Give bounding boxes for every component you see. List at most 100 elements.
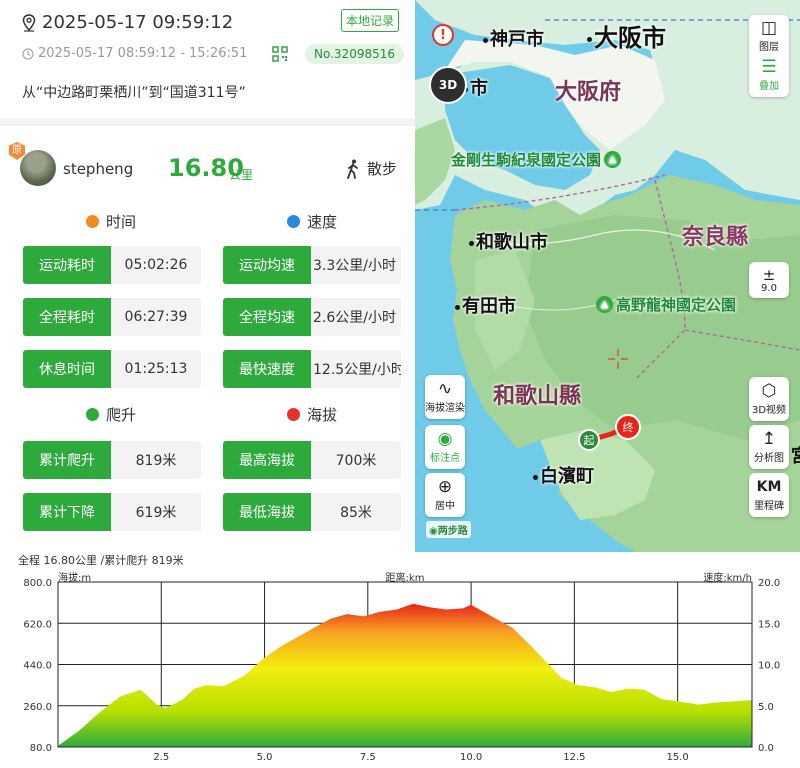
y2-axis-label: 速度:km/h (703, 571, 752, 584)
y2-tick-label: 20.0 (758, 578, 780, 589)
stat-value: 01:25:13 (111, 350, 201, 388)
warning-icon[interactable]: ! (432, 24, 454, 46)
walking-icon (347, 159, 358, 179)
zoom-button[interactable]: ± 9.0 (749, 262, 789, 298)
y-axis-label: 海拔:m (58, 571, 91, 584)
center-button[interactable]: ⊕ 居中 (425, 473, 465, 517)
map-prefecture-label: 和歌山縣 (493, 384, 582, 409)
tree-icon: ▲ (596, 296, 613, 313)
altitude-section-label: 海拔 (307, 406, 338, 424)
stat-label: 最快速度 (223, 350, 311, 388)
layers-label: 图层 (759, 42, 779, 53)
overlay-icon: ☰ (761, 57, 777, 77)
stat-label: 休息时间 (23, 350, 111, 388)
chart-summary: 全程 16.80公里 /累计爬升 819米 (18, 554, 184, 567)
3d-label: 3D (438, 78, 458, 92)
x-tick-label: 2.5 (153, 752, 169, 763)
datetime-text: 2025-05-17 09:59:12 (42, 12, 234, 33)
route-description: 从“中边路町栗栖川”到“国道311号” (22, 85, 246, 101)
stat-min-altitude: 最低海拔 85米 (223, 493, 401, 531)
layers-icon: ◫ (760, 18, 778, 38)
stat-total-ascent: 累计爬升 819米 (23, 441, 201, 479)
stat-label: 运动均速 (223, 246, 311, 284)
marker-icon: ◉ (437, 429, 453, 449)
distance-unit: 公里 (229, 168, 254, 182)
y-tick-label: 80.0 (30, 743, 52, 754)
local-record-tag: 本地记录 (341, 9, 400, 32)
y2-tick-label: 5.0 (758, 702, 774, 713)
map-city-label: 和歌山市 (469, 228, 548, 254)
stat-label: 最低海拔 (223, 493, 311, 531)
overlay-button[interactable]: ☰ 叠加 (759, 57, 779, 93)
clock-icon (86, 215, 99, 228)
location-pin-icon (22, 13, 36, 32)
stat-label: 累计爬升 (23, 441, 111, 479)
activity-type: 散步 (345, 158, 397, 179)
record-number-badge: No.32098516 (305, 44, 404, 64)
analysis-chart-label: 分析图 (754, 453, 784, 464)
stat-label: 运动耗时 (23, 246, 111, 284)
3d-video-button[interactable]: ⬡ 3D视频 (749, 377, 789, 421)
brand-logo-icon: ◉ (429, 526, 438, 537)
track-detail-page: 2025-05-17 09:59:12 本地记录 2025-05-17 08:5… (0, 0, 800, 768)
brand-name: 两步路 (437, 526, 468, 537)
section-divider (0, 118, 415, 126)
x-tick-label: 15.0 (667, 752, 689, 763)
x-axis-label: 距离:km (386, 571, 425, 584)
tree-icon: ▲ (604, 151, 622, 168)
stat-value: 06:27:39 (111, 298, 201, 336)
elevation-chart[interactable]: 2.5 5.0 7.5 10.0 12.5 15.0 800.0 20.0 620.0 15.0 4… (0, 570, 800, 768)
x-tick-label: 12.5 (563, 752, 585, 763)
stat-max-altitude: 最高海拔 700米 (223, 441, 401, 479)
center-label: 居中 (435, 501, 455, 512)
start-marker[interactable]: 起 (578, 429, 600, 451)
map-city-label: 神戸市 (483, 25, 544, 51)
altitude-section-title: 海拔 (287, 404, 337, 425)
chart-icon: ↥ (761, 429, 777, 449)
map-park-label: ▲ 高野龍神國定公園 (596, 294, 736, 315)
avatar[interactable] (20, 150, 56, 186)
3d-toggle-button[interactable]: 3D (429, 66, 467, 104)
time-range-text: 2025-05-17 08:59:12 - 15:26:51 (38, 46, 248, 61)
mark-point-button[interactable]: ◉ 标注点 (425, 425, 465, 469)
stat-value: 700米 (311, 441, 401, 479)
elevation-area (58, 603, 752, 747)
zoom-value: 9.0 (761, 282, 777, 294)
stat-value: 619米 (111, 493, 201, 531)
milestone-icon: KM (756, 479, 782, 495)
stat-move-time: 运动耗时 05:02:26 (23, 246, 201, 284)
speed-section-title: 速度 (287, 211, 337, 232)
park-name: 高野龍神國定公園 (616, 296, 737, 314)
x-tick-label: 5.0 (257, 752, 273, 763)
analysis-chart-button[interactable]: ↥ 分析图 (749, 425, 789, 469)
milestone-button[interactable]: KM 里程碑 (749, 473, 789, 517)
stat-label: 最高海拔 (223, 441, 311, 479)
start-marker-label: 起 (583, 434, 595, 447)
stat-rest-time: 休息时间 01:25:13 (23, 350, 201, 388)
map-edge-label: 宮 (791, 442, 800, 468)
elevation-render-button[interactable]: ∿ 海拔渲染 (425, 375, 465, 419)
qrcode-icon[interactable] (272, 46, 288, 62)
locate-icon: ⊕ (437, 477, 453, 497)
layers-button[interactable]: ◫ 图层 (759, 18, 779, 54)
overlay-label: 叠加 (759, 81, 779, 92)
start-datetime: 2025-05-17 09:59:12 (22, 12, 233, 33)
stat-max-speed: 最快速度 12.5公里/小时 (223, 350, 401, 388)
cube-icon: ⬡ (761, 381, 777, 401)
milestone-label: 里程碑 (754, 501, 784, 512)
x-tick-label: 10.0 (460, 752, 482, 763)
park-name: 金剛生駒紀泉國定公園 (451, 151, 602, 169)
y2-tick-label: 10.0 (758, 661, 780, 672)
x-tick-label: 7.5 (360, 752, 376, 763)
map-city-label: 白濱町 (533, 462, 594, 488)
stat-total-time: 全程耗时 06:27:39 (23, 298, 201, 336)
stat-label: 全程耗时 (23, 298, 111, 336)
y-tick-label: 260.0 (23, 702, 52, 713)
record-header: 2025-05-17 09:59:12 本地记录 2025-05-17 08:5… (0, 0, 415, 118)
route-map[interactable]: 神戸市 大阪市 市 大阪府 金剛生駒紀泉國定公園 ▲ 和歌山市 奈良縣 有田市 … (415, 0, 800, 552)
end-marker[interactable]: 终 (615, 414, 641, 440)
time-range: 2025-05-17 08:59:12 - 15:26:51 (22, 46, 247, 61)
activity-label: 散步 (367, 160, 398, 178)
username[interactable]: stepheng (63, 160, 133, 178)
map-park-label: 金剛生駒紀泉國定公園 ▲ (451, 149, 622, 170)
